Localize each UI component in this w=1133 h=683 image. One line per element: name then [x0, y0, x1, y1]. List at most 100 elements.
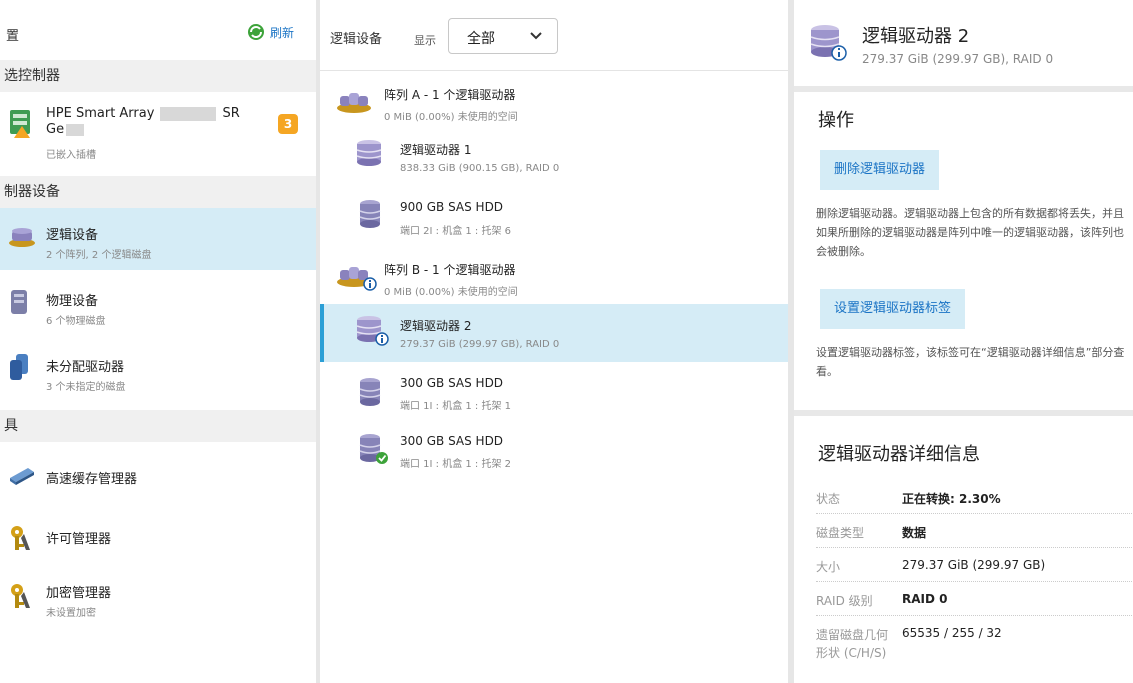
physical-disk-icon	[8, 288, 30, 320]
detail-key: 大小	[816, 560, 841, 574]
detail-row-status: 状态 正在转换: 2.30%	[816, 480, 1132, 514]
sidebar-item-label: 物理设备	[46, 294, 99, 309]
detail-row-size: 大小 279.37 GiB (299.97 GB)	[816, 548, 1132, 582]
detail-header: 逻辑驱动器 2 279.37 GiB (299.97 GB), RAID 0	[794, 0, 1133, 88]
physical-drive-row[interactable]: 900 GB SAS HDD 端口 2I : 机盒 1 : 托架 6	[320, 186, 788, 244]
detail-value: 正在转换: 2.30%	[902, 492, 1001, 506]
logical-drive-sub: 838.33 GiB (900.15 GB), RAID 0	[400, 163, 560, 174]
detail-subtitle: 279.37 GiB (299.97 GB), RAID 0	[862, 52, 1054, 66]
detail-key: 磁盘类型	[816, 526, 865, 540]
array-name: 阵列 B - 1 个逻辑驱动器	[384, 263, 516, 277]
refresh-icon	[248, 24, 264, 40]
sidebar-item-physical-devices[interactable]: 物理设备 6 个物理磁盘	[0, 276, 316, 336]
array-sub: 0 MiB (0.00%) 未使用的空间	[384, 112, 518, 123]
details-title: 逻辑驱动器详细信息	[818, 444, 980, 465]
filter-dropdown[interactable]: 全部	[448, 18, 558, 54]
detail-pane: 逻辑驱动器 2 279.37 GiB (299.97 GB), RAID 0 操…	[794, 0, 1133, 683]
sidebar-item-sub: 未设置加密	[46, 608, 96, 619]
label-description: 设置逻辑驱动器标签，该标签可在“逻辑驱动器详细信息”部分查看。	[816, 346, 1125, 378]
sidebar-item-encryption-manager[interactable]: 加密管理器 未设置加密	[0, 570, 316, 628]
detail-title: 逻辑驱动器 2	[862, 26, 970, 47]
detail-value: 数据	[902, 526, 927, 540]
show-label: 显示	[414, 34, 436, 47]
detail-value: 65535 / 255 / 32	[902, 626, 1002, 640]
key-icon	[8, 524, 32, 556]
chevron-down-icon	[530, 32, 542, 40]
array-b-row[interactable]: 阵列 B - 1 个逻辑驱动器 0 MiB (0.00%) 未使用的空间	[320, 254, 788, 300]
sidebar-item-label: 逻辑设备	[46, 228, 99, 243]
physical-drive-name: 300 GB SAS HDD	[400, 376, 504, 390]
sidebar-item-label: 许可管理器	[46, 532, 112, 547]
hdd-icon	[356, 198, 384, 234]
unassigned-drive-icon	[8, 352, 30, 386]
left-nav-pane: 置 刷新 选控制器 HPE Smart Array SR Ge 已嵌入插槽 3 …	[0, 0, 316, 683]
key-icon	[8, 582, 32, 614]
hdd-icon	[356, 376, 384, 412]
sidebar-item-sub: 6 个物理磁盘	[46, 316, 106, 327]
detail-row-raid-level: RAID 级别 RAID 0	[816, 582, 1132, 616]
physical-drive-sub: 端口 2I : 机盒 1 : 托架 6	[400, 226, 512, 237]
detail-value: RAID 0	[902, 592, 948, 606]
sidebar-item-label: 加密管理器	[46, 586, 112, 601]
detail-key: RAID 级别	[816, 594, 873, 608]
physical-drive-name: 300 GB SAS HDD	[400, 434, 504, 448]
physical-drive-sub: 端口 1I : 机盒 1 : 托架 2	[400, 459, 512, 470]
physical-drive-sub: 端口 1I : 机盒 1 : 托架 1	[400, 401, 512, 412]
section-tools: 具	[0, 410, 316, 442]
logical-drive-name: 逻辑驱动器 2	[400, 319, 472, 333]
device-list-header: 逻辑设备 显示 全部	[320, 0, 788, 71]
left-header: 置 刷新	[0, 0, 316, 60]
detail-key: 遗留磁盘几何形状 (C/H/S)	[816, 628, 889, 660]
cache-manager-icon	[8, 462, 36, 490]
sidebar-item-label: 高速缓存管理器	[46, 472, 138, 487]
logical-drive-1-row[interactable]: 逻辑驱动器 1 838.33 GiB (900.15 GB), RAID 0	[320, 130, 788, 182]
logical-drive-name: 逻辑驱动器 1	[400, 143, 472, 157]
logical-drive-sub: 279.37 GiB (299.97 GB), RAID 0	[400, 339, 560, 350]
sidebar-item-label: 未分配驱动器	[46, 360, 125, 375]
controller-name: HPE Smart Array SR	[46, 106, 240, 121]
logical-drive-info-icon	[808, 22, 848, 66]
detail-row-legacy-geometry: 遗留磁盘几何形状 (C/H/S) 65535 / 255 / 32	[816, 616, 1132, 683]
left-header-title: 置	[6, 29, 20, 44]
refresh-label: 刷新	[270, 25, 295, 40]
sidebar-item-cache-manager[interactable]: 高速缓存管理器	[0, 448, 316, 504]
section-divider	[794, 86, 1133, 92]
sidebar-item-sub: 2 个阵列, 2 个逻辑磁盘	[46, 250, 152, 261]
refresh-button[interactable]: 刷新	[246, 22, 294, 42]
hdd-ok-icon	[356, 432, 390, 470]
controller-item[interactable]: HPE Smart Array SR Ge 已嵌入插槽 3	[0, 94, 316, 174]
array-info-icon	[336, 262, 378, 296]
logical-drive-info-icon	[354, 314, 390, 352]
detail-row-disk-type: 磁盘类型 数据	[816, 514, 1132, 548]
array-a-row[interactable]: 阵列 A - 1 个逻辑驱动器 0 MiB (0.00%) 未使用的空间	[320, 78, 788, 126]
alert-count-badge: 3	[278, 114, 298, 134]
array-icon	[8, 226, 36, 252]
delete-description: 删除逻辑驱动器。逻辑驱动器上包含的所有数据都将丢失，并且如果所删除的逻辑驱动器是…	[816, 207, 1124, 258]
sidebar-item-license-manager[interactable]: 许可管理器	[0, 514, 316, 562]
device-list-pane: 逻辑设备 显示 全部 阵列 A - 1 个逻辑驱动器 0 MiB (0.00%)…	[320, 0, 788, 683]
array-sub: 0 MiB (0.00%) 未使用的空间	[384, 287, 518, 298]
detail-key: 状态	[816, 492, 841, 506]
physical-drive-row[interactable]: 300 GB SAS HDD 端口 1I : 机盒 1 : 托架 1	[320, 364, 788, 420]
array-icon	[336, 88, 372, 118]
section-controller: 选控制器	[0, 60, 316, 92]
filter-value: 全部	[467, 31, 495, 47]
logical-drive-2-row[interactable]: 逻辑驱动器 2 279.37 GiB (299.97 GB), RAID 0	[320, 304, 788, 362]
controller-name-line2: Ge	[46, 122, 85, 137]
operations-title: 操作	[818, 110, 854, 131]
redacted-model	[160, 106, 217, 121]
array-name: 阵列 A - 1 个逻辑驱动器	[384, 88, 516, 102]
section-devices: 制器设备	[0, 176, 316, 208]
set-drive-label-button[interactable]: 设置逻辑驱动器标签	[820, 289, 966, 329]
controller-card-icon	[8, 108, 34, 142]
physical-drive-name: 900 GB SAS HDD	[400, 200, 504, 214]
controller-sub: 已嵌入插槽	[46, 150, 96, 161]
logical-drive-icon	[354, 138, 384, 172]
sidebar-item-sub: 3 个未指定的磁盘	[46, 382, 126, 393]
detail-value: 279.37 GiB (299.97 GB)	[902, 558, 1046, 572]
device-list-title: 逻辑设备	[330, 32, 383, 47]
delete-logical-drive-button[interactable]: 删除逻辑驱动器	[820, 150, 940, 190]
physical-drive-row[interactable]: 300 GB SAS HDD 端口 1I : 机盒 1 : 托架 2	[320, 422, 788, 478]
sidebar-item-logical-devices[interactable]: 逻辑设备 2 个阵列, 2 个逻辑磁盘	[0, 208, 316, 270]
sidebar-item-unassigned-drives[interactable]: 未分配驱动器 3 个未指定的磁盘	[0, 340, 316, 400]
